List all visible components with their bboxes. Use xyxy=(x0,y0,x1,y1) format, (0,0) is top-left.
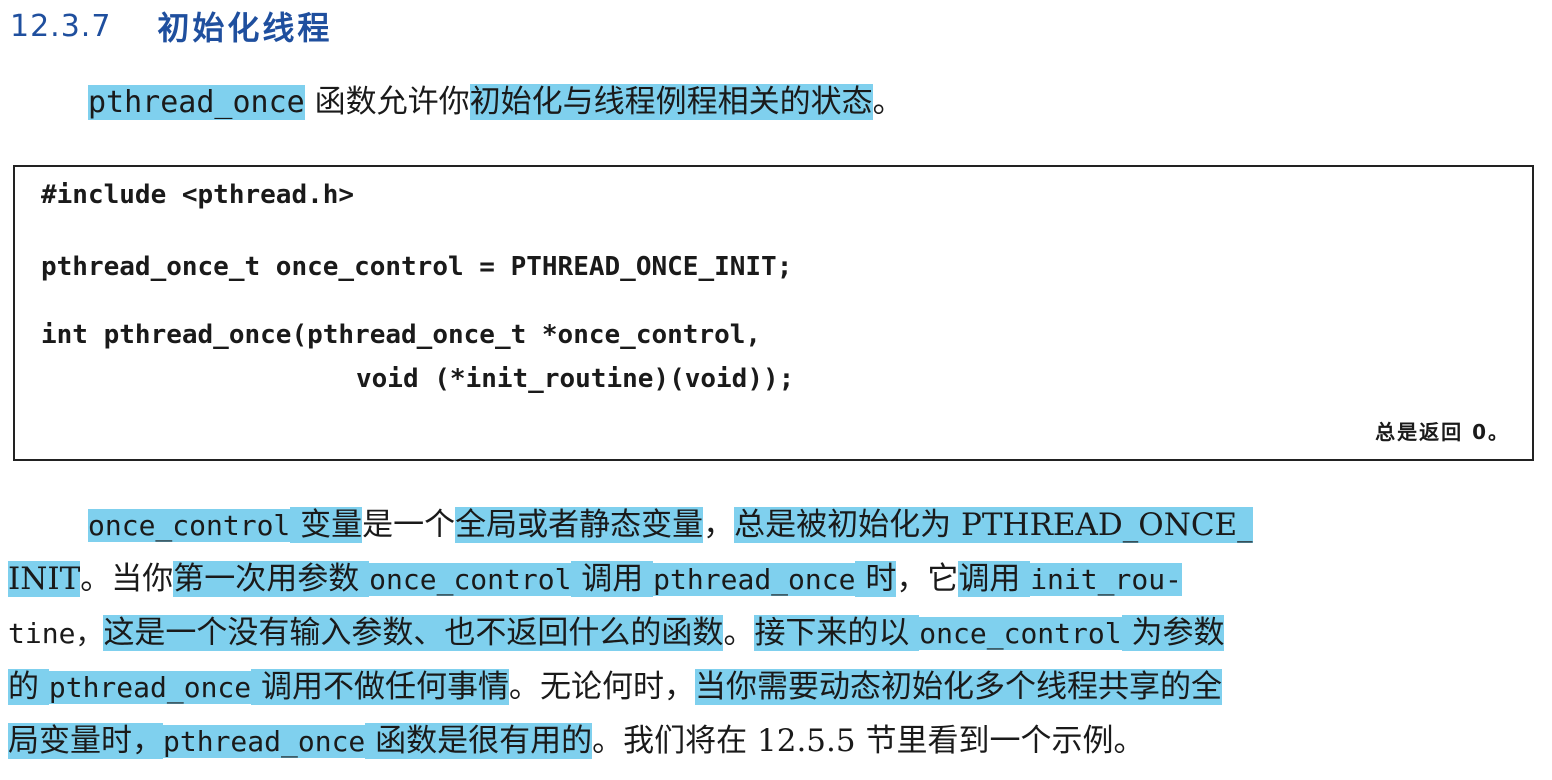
body-text: 是一个 xyxy=(362,507,456,543)
intro-func-name: pthread_once xyxy=(88,85,305,120)
body-text: 接下来的以 xyxy=(754,615,920,651)
body-text: tine， xyxy=(8,617,104,650)
body-text: init_rou- xyxy=(1030,563,1182,596)
section-title: 初始化线程 xyxy=(157,9,333,47)
body-text: once_control xyxy=(919,617,1122,650)
body-text: 第一次用参数 xyxy=(173,561,370,597)
body-text: 调用 xyxy=(571,561,654,597)
body-text: ，它 xyxy=(896,561,959,597)
body-text: 全局或者静态变量 xyxy=(455,507,704,543)
body-line: 的 pthread_once 调用不做任何事情。无论何时，当你需要动态初始化多个… xyxy=(8,660,1538,714)
intro-paragraph: pthread_once 函数允许你初始化与线程例程相关的状态。 xyxy=(88,80,904,124)
body-paragraph: once_control 变量是一个全局或者静态变量，总是被初始化为 PTHRE… xyxy=(8,498,1538,768)
body-text: 这是一个没有输入参数、也不返回什么的函数 xyxy=(103,615,724,651)
body-text: 时 xyxy=(855,561,897,597)
body-line: INIT。当你第一次用参数 once_control 调用 pthread_on… xyxy=(8,552,1538,606)
code-line-prototype-cont: void (*init_routine)(void)); xyxy=(356,364,795,394)
return-note: 总是返回 0。 xyxy=(1375,420,1510,444)
body-text: 。我们将在 12.5.5 节里看到一个示例。 xyxy=(592,723,1145,759)
body-text: 变量 xyxy=(290,507,363,543)
intro-text: 函数允许你 xyxy=(304,84,470,120)
body-line: 局变量时，pthread_once 函数是很有用的。我们将在 12.5.5 节里… xyxy=(8,714,1538,768)
code-line-prototype: int pthread_once(pthread_once_t *once_co… xyxy=(41,320,762,350)
body-text: 为参数 xyxy=(1121,615,1225,651)
section-heading: 12.3.7 初始化线程 xyxy=(10,4,332,48)
body-text: 局变量时， xyxy=(8,723,163,759)
body-text: once_control xyxy=(88,509,291,542)
body-line: tine，这是一个没有输入参数、也不返回什么的函数。接下来的以 once_con… xyxy=(8,606,1538,660)
body-text: 。无论何时， xyxy=(509,669,696,705)
body-text: 。当你 xyxy=(80,561,174,597)
intro-end: 。 xyxy=(872,84,904,120)
body-text: ， xyxy=(703,507,735,543)
body-text: 调用 xyxy=(958,561,1031,597)
body-text: once_control xyxy=(369,563,572,596)
body-text: 调用不做任何事情 xyxy=(251,669,510,705)
body-text: INIT xyxy=(8,561,81,597)
intro-highlight: 初始化与线程例程相关的状态 xyxy=(469,84,873,120)
body-text: pthread_once xyxy=(653,563,856,596)
body-text: 。 xyxy=(723,615,755,651)
body-text: 当你需要动态初始化多个线程共享的全 xyxy=(695,669,1223,705)
body-line: once_control 变量是一个全局或者静态变量，总是被初始化为 PTHRE… xyxy=(8,498,1538,552)
code-line-declaration: pthread_once_t once_control = PTHREAD_ON… xyxy=(41,252,793,282)
body-text: 函数是很有用的 xyxy=(365,723,593,759)
section-number: 12.3.7 xyxy=(10,8,112,44)
body-text: 总是被初始化为 PTHREAD_ONCE_ xyxy=(734,507,1253,543)
code-line-include: #include <pthread.h> xyxy=(41,180,355,210)
code-box: #include <pthread.h> pthread_once_t once… xyxy=(13,165,1534,461)
body-text: pthread_once xyxy=(48,671,252,704)
body-text: 的 xyxy=(8,669,49,705)
body-text: pthread_once xyxy=(163,725,366,758)
